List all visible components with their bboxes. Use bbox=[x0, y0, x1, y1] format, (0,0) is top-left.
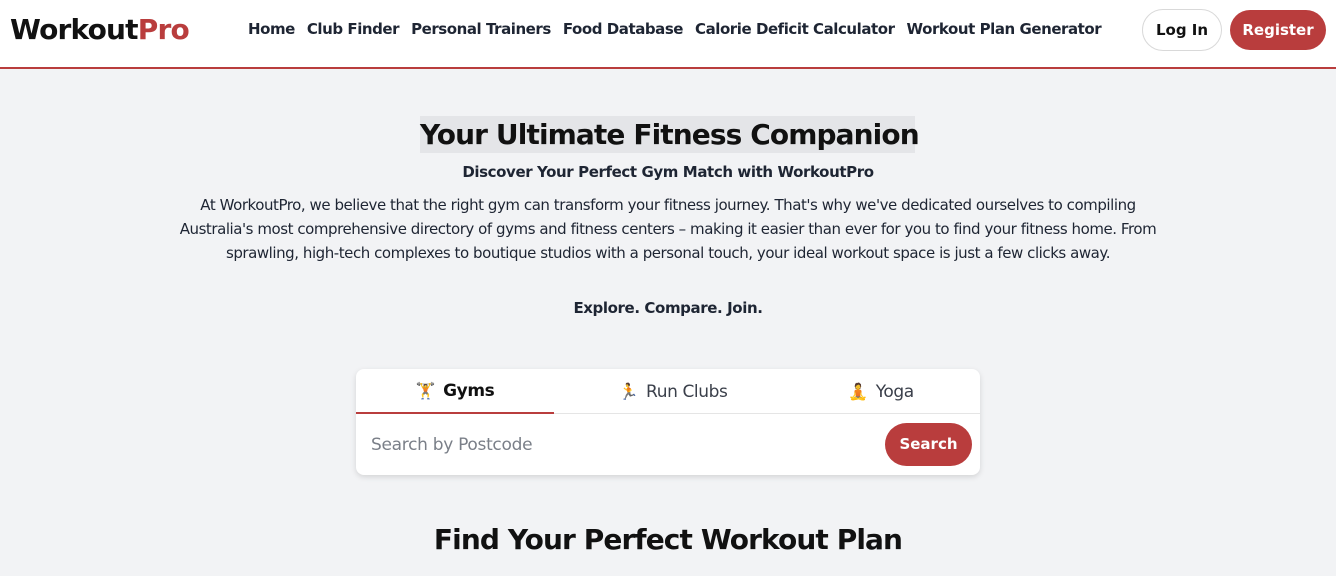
hero-tagline: Explore. Compare. Join. bbox=[573, 299, 763, 317]
tab-gyms[interactable]: 🏋️ Gyms bbox=[356, 369, 554, 414]
login-button[interactable]: Log In bbox=[1142, 9, 1222, 51]
weightlifter-icon: 🏋️ bbox=[415, 380, 436, 400]
search-card: 🏋️ Gyms 🏃 Run Clubs 🧘 Yoga Search bbox=[356, 369, 980, 475]
section-title: Find Your Perfect Workout Plan bbox=[433, 523, 903, 556]
nav-item-home[interactable]: Home bbox=[248, 19, 295, 39]
tab-label: Run Clubs bbox=[646, 381, 728, 402]
hero-subtitle: Discover Your Perfect Gym Match with Wor… bbox=[462, 163, 874, 181]
postcode-search-input[interactable] bbox=[362, 425, 882, 465]
nav-item-calorie-deficit-calculator[interactable]: Calorie Deficit Calculator bbox=[695, 19, 895, 39]
yoga-icon: 🧘 bbox=[848, 381, 868, 401]
search-tabs: 🏋️ Gyms 🏃 Run Clubs 🧘 Yoga bbox=[356, 369, 980, 414]
logo-text-primary: Workout bbox=[10, 13, 139, 46]
nav-item-club-finder[interactable]: Club Finder bbox=[307, 19, 400, 39]
site-header: WorkoutPro Home Club Finder Personal Tra… bbox=[0, 0, 1336, 69]
tab-label: Gyms bbox=[443, 380, 495, 401]
main-nav: Home Club Finder Personal Trainers Food … bbox=[248, 19, 1102, 39]
nav-item-food-database[interactable]: Food Database bbox=[563, 19, 684, 39]
logo-text-accent: Pro bbox=[137, 13, 190, 46]
tab-label: Yoga bbox=[875, 381, 915, 402]
site-logo[interactable]: WorkoutPro bbox=[10, 13, 190, 47]
hero-description: At WorkoutPro, we believe that the right… bbox=[179, 196, 1157, 262]
nav-item-personal-trainers[interactable]: Personal Trainers bbox=[411, 19, 551, 39]
nav-item-workout-plan-generator[interactable]: Workout Plan Generator bbox=[907, 19, 1102, 39]
runner-icon: 🏃 bbox=[618, 381, 639, 401]
tab-run-clubs[interactable]: 🏃 Run Clubs bbox=[574, 369, 772, 414]
hero-title: Your Ultimate Fitness Companion bbox=[420, 116, 920, 153]
tab-yoga[interactable]: 🧘 Yoga bbox=[782, 369, 980, 414]
register-button[interactable]: Register bbox=[1230, 10, 1326, 50]
search-button[interactable]: Search bbox=[885, 423, 972, 466]
